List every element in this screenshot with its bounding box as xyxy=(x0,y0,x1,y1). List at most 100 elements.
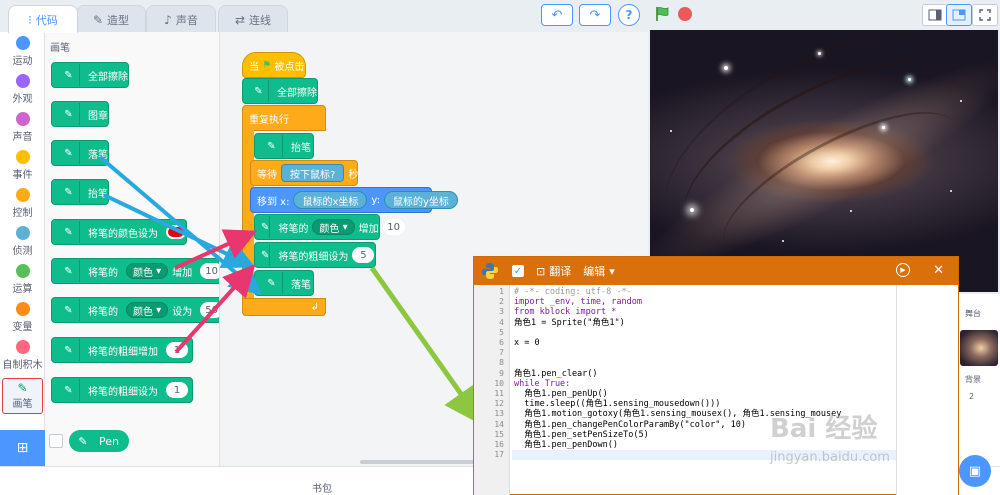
mouse-y-reporter[interactable]: 鼠标的y坐标 xyxy=(383,191,458,209)
script-pen-down-block[interactable]: ✎ 落笔 xyxy=(254,270,314,296)
category-motion[interactable]: 运动 xyxy=(0,36,45,67)
line-number: 13 xyxy=(494,409,504,419)
line-number: 2 xyxy=(499,297,504,307)
sync-checkbox[interactable]: ✓ xyxy=(512,265,524,277)
palette-set-param-block[interactable]: ✎ 将笔的 颜色 ▾ 设为 50 xyxy=(51,297,219,323)
category-events[interactable]: 事件 xyxy=(0,150,45,181)
redo-icon: ↷ xyxy=(589,7,601,23)
stop-icon[interactable] xyxy=(678,7,692,21)
small-stage-button[interactable] xyxy=(922,4,948,26)
mouse-down-reporter[interactable]: 按下鼠标? xyxy=(281,164,345,182)
pen-icon: ✎ xyxy=(58,339,80,361)
value-input[interactable]: 10 xyxy=(200,263,219,279)
script-pen-up-block[interactable]: ✎ 抬笔 xyxy=(254,133,314,159)
script-change-color-block[interactable]: ✎ 将笔的 颜色 ▾ 增加 10 xyxy=(254,214,405,240)
palette-set-color-block[interactable]: ✎ 将笔的颜色设为 xyxy=(51,219,187,245)
motion-dot-icon xyxy=(15,36,30,50)
palette-pen-down-block[interactable]: ✎ 落笔 xyxy=(51,140,109,166)
star xyxy=(724,66,728,70)
palette-pen-up-block[interactable]: ✎ 抬笔 xyxy=(51,179,109,205)
code-line: 角色1 = Sprite("角色1") xyxy=(514,317,625,328)
normal-stage-button[interactable] xyxy=(946,4,972,26)
when-flag-clicked-block[interactable]: 当 ⚑ 被点击 xyxy=(242,52,306,78)
pen-icon: ✎ xyxy=(58,103,80,125)
extension-checkbox[interactable] xyxy=(49,434,63,448)
category-control[interactable]: 控制 xyxy=(0,188,45,219)
fullscreen-button[interactable] xyxy=(972,4,998,26)
color-swatch[interactable] xyxy=(166,225,186,239)
wait-block[interactable]: 等待 按下鼠标? 秒 xyxy=(250,160,358,186)
pen-icon: ✎ xyxy=(58,181,80,203)
value-input[interactable]: 10 xyxy=(382,219,405,235)
pen-icon: ✎ xyxy=(58,142,80,164)
palette-set-size-block[interactable]: ✎ 将笔的粗细设为 1 xyxy=(51,377,193,403)
tab-costumes[interactable]: ✎ 造型 xyxy=(76,5,146,33)
goto-xy-block[interactable]: 移到 x: 鼠标的x坐标 y: 鼠标的y坐标 xyxy=(250,187,458,213)
palette-title: 画笔 xyxy=(50,43,70,54)
undo-button[interactable]: ↶ xyxy=(541,4,573,26)
category-variables[interactable]: 变量 xyxy=(0,302,45,333)
palette-change-size-block[interactable]: ✎ 将笔的粗细增加 1 xyxy=(51,337,193,363)
value-input[interactable]: 1 xyxy=(166,382,188,398)
code-line: 角色1.pen_penDown() xyxy=(514,440,618,450)
fullscreen-icon xyxy=(979,9,991,21)
pen-icon: ✎ xyxy=(58,299,80,321)
palette-stamp-block[interactable]: ✎ 图章 xyxy=(51,101,109,127)
tab-code[interactable]: ⁝ 代码 xyxy=(8,5,78,33)
line-number: 16 xyxy=(494,440,504,449)
param-dropdown[interactable]: 颜色 ▾ xyxy=(126,302,169,318)
tab-connect[interactable]: ⇄ 连线 xyxy=(218,5,288,33)
run-icon[interactable]: ▶ xyxy=(896,263,910,277)
star xyxy=(908,78,911,81)
value-input[interactable]: 1 xyxy=(166,342,188,358)
value-input[interactable]: 50 xyxy=(200,302,219,318)
script-set-size-block[interactable]: ✎ 将笔的粗细设为 5 xyxy=(254,242,376,268)
add-extension-icon: ⊞ xyxy=(16,440,29,456)
edit-menu[interactable]: 编辑 ▾ xyxy=(583,263,615,279)
help-button[interactable]: ? xyxy=(618,4,640,26)
category-pen[interactable]: ✎ 画笔 xyxy=(2,378,43,414)
star xyxy=(850,210,852,212)
value-input[interactable]: 5 xyxy=(352,247,375,263)
redo-button[interactable]: ↷ xyxy=(579,4,611,26)
line-number: 4 xyxy=(499,317,504,327)
category-operators[interactable]: 运算 xyxy=(0,264,45,295)
events-dot-icon xyxy=(15,150,30,164)
pen-category-icon: ✎ xyxy=(17,381,28,395)
translate-icon: ⊡ xyxy=(536,264,546,278)
code-line: time.sleep((角色1.sensing_mousedown())) xyxy=(514,399,721,410)
palette-change-param-block[interactable]: ✎ 将笔的 颜色 ▾ 增加 10 xyxy=(51,258,219,284)
line-number: 10 xyxy=(494,378,504,388)
forever-block[interactable]: 重复执行 xyxy=(242,105,326,131)
add-extension-button[interactable]: ⊞ xyxy=(0,430,45,466)
chevron-down-icon: ▾ xyxy=(609,264,615,278)
pen-extension-icon: ✎ xyxy=(69,430,97,452)
close-icon[interactable]: ✕ xyxy=(933,263,944,278)
stage-label: 舞台 xyxy=(965,309,981,318)
mouse-x-reporter[interactable]: 鼠标的x坐标 xyxy=(293,191,368,209)
stage-thumbnail[interactable] xyxy=(960,330,998,366)
add-sprite-button[interactable]: ▣ xyxy=(959,455,991,487)
undo-icon: ↶ xyxy=(551,7,563,23)
star xyxy=(818,52,821,55)
category-sensing[interactable]: 侦测 xyxy=(0,226,45,257)
backpack-label[interactable]: 书包 xyxy=(312,480,332,495)
star xyxy=(960,100,962,102)
pen-icon: ✎ xyxy=(58,260,80,282)
star xyxy=(782,240,784,242)
stage[interactable] xyxy=(650,30,998,292)
line-number-gutter: 1 2 3 4 5 6 7 8 9 10 11 12 13 14 15 16 1… xyxy=(474,285,510,495)
param-dropdown[interactable]: 颜色 ▾ xyxy=(126,263,169,279)
palette-clear-block[interactable]: ✎ 全部擦除 xyxy=(51,62,129,88)
category-sound[interactable]: 声音 xyxy=(0,112,45,143)
category-looks[interactable]: 外观 xyxy=(0,74,45,105)
tab-sounds[interactable]: ♪ 声音 xyxy=(146,5,216,33)
green-flag-icon[interactable] xyxy=(654,6,670,22)
line-number: 1 xyxy=(499,287,504,296)
script-clear-block[interactable]: ✎ 全部擦除 xyxy=(242,78,318,104)
code-line: while True: xyxy=(514,378,571,389)
param-dropdown[interactable]: 颜色 ▾ xyxy=(312,219,355,235)
python-logo-icon xyxy=(482,263,498,279)
translate-button[interactable]: ⊡ 翻译 xyxy=(536,263,571,279)
category-my-blocks[interactable]: 自制积木 xyxy=(0,340,45,371)
